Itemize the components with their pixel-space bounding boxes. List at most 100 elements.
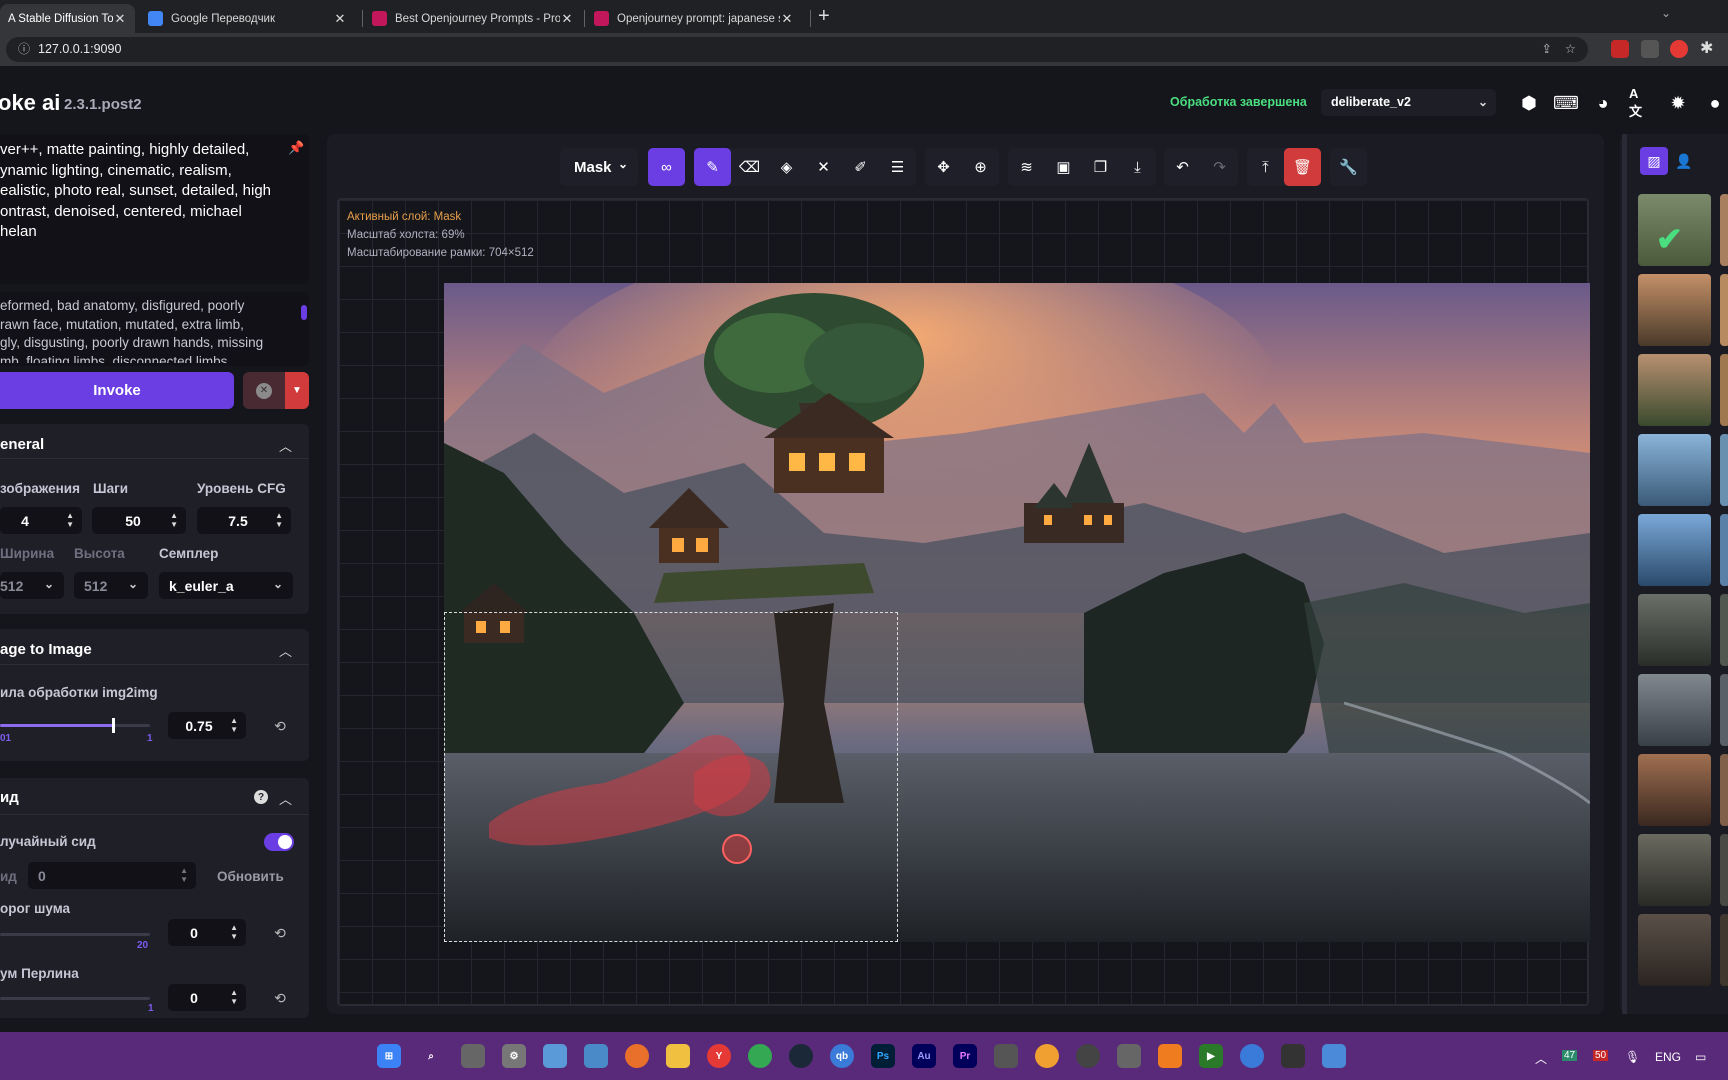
incognito-extension-icon[interactable] [1641, 40, 1659, 58]
stepper-icon[interactable]: ▲ ▼ [66, 511, 74, 529]
merge-layers-icon[interactable]: ≋ [1008, 148, 1045, 186]
start-windows-icon[interactable]: ⊞ [377, 1044, 401, 1068]
positive-prompt-text[interactable]: ver++, matte painting, highly detailed, … [0, 140, 290, 280]
extensions-puzzle-icon[interactable]: ✱ [1700, 38, 1713, 58]
tray-chevron-up-icon[interactable]: ︿ [1535, 1050, 1547, 1067]
chevron-up-icon[interactable]: ︿ [279, 641, 292, 660]
site-info-icon[interactable]: ⓘ [18, 37, 30, 62]
negative-prompt-text[interactable]: eformed, bad anatomy, disfigured, poorly… [0, 297, 296, 363]
reset-icon[interactable]: ⟲ [268, 921, 292, 945]
sampler-select[interactable]: k_euler_a ⌄ [159, 572, 293, 599]
section-title-general[interactable]: eneral [0, 436, 44, 453]
url-bar[interactable]: ⓘ 127.0.0.1:9090 ⇪ ☆ [6, 37, 1588, 62]
steps-input[interactable]: 50 ▲ ▼ [92, 507, 186, 534]
browser-tab[interactable]: A Stable Diffusion Too ✕ [0, 4, 135, 33]
notes-icon[interactable] [1117, 1044, 1141, 1068]
youtube-extension-icon[interactable] [1670, 40, 1688, 58]
gallery-thumbnail[interactable] [1720, 754, 1728, 826]
tab-search-chevron-icon[interactable]: ⌄ [1661, 6, 1671, 20]
download-icon[interactable]: ⤓ [1119, 148, 1156, 186]
gallery-thumbnail[interactable] [1638, 834, 1711, 906]
stepper-icon[interactable]: ▲ ▼ [230, 716, 238, 734]
save-icon[interactable]: ▣ [1045, 148, 1082, 186]
strength-slider-track[interactable] [0, 718, 150, 733]
gallery-thumbnail[interactable] [1638, 674, 1711, 746]
random-seed-toggle[interactable] [264, 833, 294, 851]
github-icon[interactable]: ● [1704, 92, 1726, 114]
search-icon[interactable]: ⌕ [419, 1044, 443, 1068]
close-icon[interactable]: ✕ [780, 11, 794, 27]
gallery-user-icon[interactable]: 👤 [1670, 147, 1698, 175]
close-icon[interactable]: ✕ [560, 11, 574, 27]
firefox-icon[interactable] [625, 1044, 649, 1068]
seed-input[interactable]: 0 ▲ ▼ [28, 862, 196, 889]
noise-threshold-input[interactable]: 0 ▲ ▼ [168, 919, 246, 946]
gallery-thumbnail[interactable]: ✔ [1638, 194, 1711, 266]
microphone-icon[interactable]: 🎙 [1625, 1050, 1640, 1064]
model-select[interactable]: deliberate_v2 ⌄ [1321, 89, 1496, 116]
stepper-icon[interactable]: ▲ ▼ [230, 923, 238, 941]
screen-capture-icon[interactable] [994, 1044, 1018, 1068]
reset-icon[interactable]: ⟲ [268, 714, 292, 738]
obs-icon[interactable] [1076, 1044, 1100, 1068]
strength-input[interactable]: 0.75 ▲ ▼ [168, 712, 246, 739]
terminal-icon[interactable] [1281, 1044, 1305, 1068]
language-icon[interactable]: A文 [1629, 86, 1651, 119]
gallery-thumbnail[interactable] [1720, 514, 1728, 586]
close-icon[interactable]: ✕ [113, 11, 127, 27]
steam-icon[interactable] [789, 1044, 813, 1068]
language-indicator[interactable]: ENG [1655, 1050, 1681, 1064]
gallery-thumbnail[interactable] [1638, 914, 1711, 986]
vlc-icon[interactable] [1158, 1044, 1182, 1068]
images-input[interactable]: 4 ▲ ▼ [0, 507, 82, 534]
browser-tab[interactable]: Google Переводчик ✕ [140, 4, 355, 33]
file-explorer-icon[interactable] [666, 1044, 690, 1068]
strength-slider-thumb[interactable] [111, 718, 115, 733]
bookmark-star-icon[interactable]: ☆ [1565, 37, 1576, 62]
refresh-seed-button[interactable]: Обновить [217, 869, 284, 884]
help-icon[interactable]: ? [254, 790, 268, 804]
pin-icon[interactable]: 📌 [288, 140, 304, 156]
photos-icon[interactable] [584, 1044, 608, 1068]
ublock-extension-icon[interactable] [1611, 40, 1629, 58]
width-select[interactable]: 512 ⌄ [0, 572, 64, 599]
perlin-slider-track[interactable] [0, 997, 150, 1000]
gallery-thumbnail[interactable] [1720, 674, 1728, 746]
upload-icon[interactable]: ⤒ [1247, 148, 1284, 186]
task-view-icon[interactable] [461, 1044, 485, 1068]
close-icon[interactable]: ✕ [333, 11, 347, 27]
clear-x-icon[interactable]: ✕ [805, 148, 842, 186]
audition-icon[interactable]: Au [912, 1044, 936, 1068]
stepper-icon[interactable]: ▲ ▼ [230, 988, 238, 1006]
gallery-images-icon[interactable]: ▨ [1640, 147, 1668, 175]
mail-icon[interactable] [543, 1044, 567, 1068]
copy-icon[interactable]: ❐ [1082, 148, 1119, 186]
gallery-thumbnail[interactable] [1638, 514, 1711, 586]
redo-icon[interactable]: ↷ [1201, 148, 1238, 186]
new-tab-button[interactable]: + [818, 5, 830, 28]
reset-icon[interactable]: ⟲ [268, 986, 292, 1010]
gallery-thumbnail[interactable] [1720, 834, 1728, 906]
network-icon[interactable]: ▭ [1695, 1050, 1706, 1064]
invoke-button[interactable]: Invoke [0, 372, 234, 409]
theme-palette-icon[interactable]: ◕ [1592, 92, 1614, 114]
notepad-icon[interactable] [1322, 1044, 1346, 1068]
chevron-up-icon[interactable]: ︿ [279, 436, 292, 455]
delete-trash-icon[interactable]: 🗑 [1284, 148, 1321, 186]
gallery-resize-handle[interactable] [1622, 134, 1627, 1014]
qbittorrent-icon[interactable]: qb [830, 1044, 854, 1068]
browser-tab[interactable]: Openjourney prompt: japanese s ✕ [586, 4, 802, 33]
cfg-input[interactable]: 7.5 ▲ ▼ [197, 507, 291, 534]
brush-options-icon[interactable]: ☰ [879, 148, 916, 186]
gallery-thumbnail[interactable] [1638, 594, 1711, 666]
app-circle-icon[interactable] [1240, 1044, 1264, 1068]
photoshop-icon[interactable]: Ps [871, 1044, 895, 1068]
share-icon[interactable]: ⇪ [1542, 37, 1552, 62]
section-title-seed[interactable]: ид [0, 789, 19, 806]
stepper-icon[interactable]: ▲ ▼ [170, 511, 178, 529]
perlin-input[interactable]: 0 ▲ ▼ [168, 984, 246, 1011]
gallery-thumbnail[interactable] [1720, 914, 1728, 986]
browser-tab[interactable]: Best Openjourney Prompts - Pro ✕ [364, 4, 582, 33]
gallery-thumbnail[interactable] [1638, 754, 1711, 826]
layer-select[interactable]: Mask ⌄ [560, 148, 638, 186]
